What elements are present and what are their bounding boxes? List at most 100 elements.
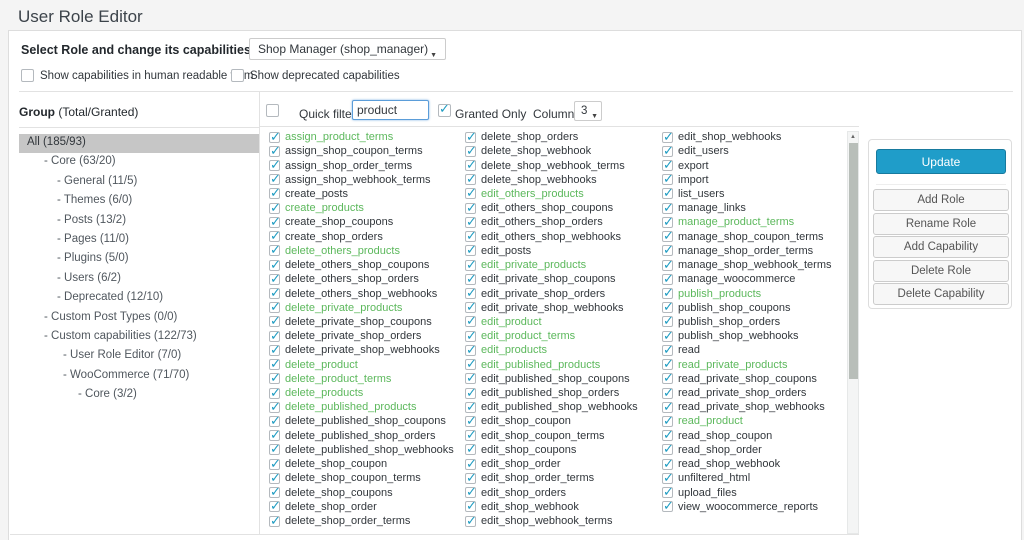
capability-checkbox[interactable] [269,245,280,256]
rename-role-button[interactable]: Rename Role [873,213,1009,235]
show-deprecated-checkbox[interactable] [231,69,244,82]
group-tree-item[interactable]: - Custom Post Types (0/0) [19,309,259,328]
capability-checkbox[interactable] [465,430,476,441]
capability-checkbox[interactable] [465,188,476,199]
capability-checkbox[interactable] [465,203,476,214]
capability-checkbox[interactable] [465,146,476,157]
delete-capability-button[interactable]: Delete Capability [873,283,1009,305]
capability-checkbox[interactable] [662,132,673,143]
capability-checkbox[interactable] [662,174,673,185]
capability-checkbox[interactable] [465,459,476,470]
capability-checkbox[interactable] [269,260,280,271]
capability-checkbox[interactable] [662,217,673,228]
capability-checkbox[interactable] [662,345,673,356]
quick-filter-input[interactable] [352,100,429,120]
group-tree-item[interactable]: - Pages (11/0) [19,231,259,250]
capability-checkbox[interactable] [465,388,476,399]
group-tree-item[interactable]: - Core (3/2) [19,386,259,405]
capability-checkbox[interactable] [662,288,673,299]
group-tree-item[interactable]: - Themes (6/0) [19,192,259,211]
capability-checkbox[interactable] [269,473,280,484]
capability-checkbox[interactable] [662,231,673,242]
add-role-button[interactable]: Add Role [873,189,1009,211]
capability-checkbox[interactable] [662,274,673,285]
capability-checkbox[interactable] [465,260,476,271]
capability-checkbox[interactable] [269,345,280,356]
group-tree-item[interactable]: - Posts (13/2) [19,212,259,231]
capability-checkbox[interactable] [269,359,280,370]
capability-checkbox[interactable] [465,217,476,228]
group-tree-item[interactable]: - Custom capabilities (122/73) [19,328,259,347]
granted-only-checkbox[interactable] [438,104,451,117]
add-capability-button[interactable]: Add Capability [873,236,1009,258]
group-tree-item[interactable]: All (185/93) [19,134,259,153]
capability-checkbox[interactable] [269,174,280,185]
capability-checkbox[interactable] [269,416,280,427]
capability-checkbox[interactable] [465,274,476,285]
capability-checkbox[interactable] [269,274,280,285]
capability-checkbox[interactable] [269,203,280,214]
capability-checkbox[interactable] [662,331,673,342]
scrollbar-thumb[interactable] [849,143,858,379]
capability-checkbox[interactable] [465,174,476,185]
capability-checkbox[interactable] [662,473,673,484]
capability-checkbox[interactable] [465,331,476,342]
capability-checkbox[interactable] [662,501,673,512]
group-tree-item[interactable]: - WooCommerce (71/70) [19,367,259,386]
capability-checkbox[interactable] [465,359,476,370]
capability-checkbox[interactable] [269,373,280,384]
capability-checkbox[interactable] [662,444,673,455]
scroll-up-icon[interactable]: ▲ [848,133,858,141]
capability-checkbox[interactable] [465,160,476,171]
delete-role-button[interactable]: Delete Role [873,260,1009,282]
role-select[interactable]: Shop Manager (shop_manager) ▼ [249,38,446,60]
capability-checkbox[interactable] [465,288,476,299]
capability-checkbox[interactable] [269,217,280,228]
capability-checkbox[interactable] [465,516,476,527]
capability-checkbox[interactable] [269,501,280,512]
group-tree-item[interactable]: - Plugins (5/0) [19,250,259,269]
capability-checkbox[interactable] [269,231,280,242]
capability-checkbox[interactable] [269,402,280,413]
update-button[interactable]: Update [876,149,1006,174]
columns-select[interactable]: 3 ▼ [574,101,602,121]
capability-checkbox[interactable] [465,231,476,242]
capability-checkbox[interactable] [269,188,280,199]
group-tree-item[interactable]: - General (11/5) [19,173,259,192]
capability-checkbox[interactable] [662,359,673,370]
capability-checkbox[interactable] [662,146,673,157]
group-tree-item[interactable]: - User Role Editor (7/0) [19,347,259,366]
select-all-checkbox[interactable] [266,104,279,117]
capability-checkbox[interactable] [662,316,673,327]
capability-checkbox[interactable] [662,188,673,199]
capability-checkbox[interactable] [662,430,673,441]
capability-checkbox[interactable] [465,245,476,256]
capability-checkbox[interactable] [465,373,476,384]
group-tree-item[interactable]: - Core (63/20) [19,153,259,172]
capability-checkbox[interactable] [269,316,280,327]
human-readable-checkbox[interactable] [21,69,34,82]
capability-checkbox[interactable] [269,516,280,527]
capability-checkbox[interactable] [269,331,280,342]
capability-checkbox[interactable] [465,132,476,143]
capability-checkbox[interactable] [269,388,280,399]
capability-checkbox[interactable] [465,416,476,427]
capability-checkbox[interactable] [269,160,280,171]
capability-checkbox[interactable] [662,459,673,470]
capability-checkbox[interactable] [662,388,673,399]
capability-checkbox[interactable] [269,288,280,299]
capability-checkbox[interactable] [269,444,280,455]
capability-checkbox[interactable] [662,416,673,427]
capability-checkbox[interactable] [269,146,280,157]
capability-checkbox[interactable] [662,373,673,384]
capability-checkbox[interactable] [269,132,280,143]
capability-checkbox[interactable] [662,402,673,413]
capability-checkbox[interactable] [269,302,280,313]
capability-checkbox[interactable] [269,430,280,441]
group-tree-item[interactable]: - Deprecated (12/10) [19,289,259,308]
group-tree-item[interactable]: - Users (6/2) [19,270,259,289]
capability-checkbox[interactable] [269,487,280,498]
capability-checkbox[interactable] [662,487,673,498]
capability-checkbox[interactable] [465,444,476,455]
capability-checkbox[interactable] [465,302,476,313]
